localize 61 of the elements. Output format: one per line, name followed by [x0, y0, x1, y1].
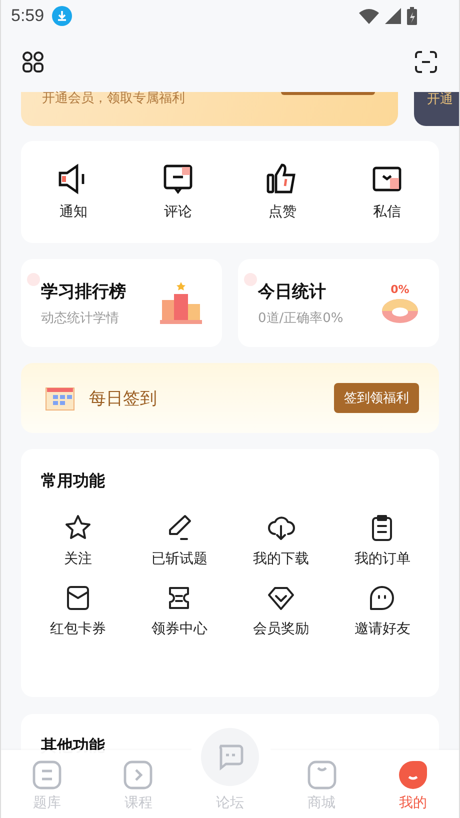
comment-icon	[162, 163, 194, 195]
vip-subtitle: 开通会员，领取专属福利	[42, 92, 185, 106]
scan-icon[interactable]	[415, 51, 437, 73]
stat-card[interactable]: 今日统计 0道/正确率0% 0%	[238, 259, 439, 347]
feature-label: 我的订单	[354, 550, 410, 568]
feature-item[interactable]: 已斩试题	[128, 514, 230, 568]
stat-title: 今日统计	[258, 280, 327, 302]
stat-subtitle: 动态统计学情	[41, 310, 120, 326]
message-label: 通知	[59, 203, 88, 221]
tab-label: 题库	[32, 794, 61, 812]
tab-label: 商城	[308, 794, 336, 812]
vip-subtitle: 开通	[427, 92, 453, 108]
calendar-icon	[45, 385, 75, 411]
feature-item[interactable]: 领券中心	[128, 584, 230, 638]
feature-item[interactable]: 我的下载	[230, 514, 332, 568]
checkin-banner[interactable]: 每日签到 签到领福利	[21, 363, 439, 433]
checkin-title: 每日签到	[89, 388, 157, 410]
smile-icon	[398, 760, 428, 790]
podium-icon	[160, 282, 202, 324]
feature-item[interactable]: 红包卡券	[27, 584, 128, 638]
vip-banner[interactable]: 开通	[414, 92, 459, 126]
diamond-icon	[266, 584, 295, 612]
rate-label: 0%	[390, 282, 410, 296]
feature-item[interactable]: 关注	[27, 514, 128, 568]
tab-label: 我的	[399, 794, 428, 812]
feature-label: 我的下载	[252, 550, 309, 568]
section-title: 常用功能	[41, 471, 106, 492]
feature-item[interactable]: 会员奖励	[230, 584, 332, 638]
checkin-button[interactable]: 签到领福利	[334, 383, 419, 413]
feature-label: 邀请好友	[354, 620, 410, 638]
stat-card[interactable]: 学习排行榜 动态统计学情	[21, 259, 222, 347]
star-icon	[64, 514, 92, 542]
stat-title: 学习排行榜	[41, 280, 127, 302]
message-label: 私信	[372, 203, 401, 221]
list-icon	[32, 760, 62, 790]
message-item[interactable]: 私信	[352, 163, 422, 221]
stat-subtitle: 0道/正确率0%	[258, 310, 344, 326]
tab-label: 课程	[124, 794, 152, 812]
message-label: 点赞	[268, 203, 296, 221]
feature-label: 领券中心	[151, 620, 208, 638]
download-icon	[52, 6, 72, 26]
signal-icon	[385, 8, 401, 24]
message-label: 评论	[164, 203, 192, 221]
message-item[interactable]: 点赞	[247, 163, 318, 221]
chat-icon	[368, 584, 396, 612]
apps-icon[interactable]	[22, 51, 44, 73]
feature-label: 会员奖励	[252, 620, 309, 638]
feature-item[interactable]: 邀请好友	[332, 584, 433, 638]
feature-label: 关注	[64, 550, 92, 568]
battery-icon	[407, 7, 417, 25]
status-time: 5:59	[11, 6, 44, 26]
message-item[interactable]: 评论	[142, 163, 213, 221]
feature-label: 已斩试题	[151, 550, 208, 568]
play-icon	[123, 760, 154, 790]
thumbs-up-icon	[266, 163, 298, 195]
tab-label: 论坛	[216, 794, 244, 812]
feature-label: 红包卡券	[50, 620, 106, 638]
message-item[interactable]: 通知	[38, 163, 108, 221]
download-icon	[266, 514, 295, 542]
wifi-icon	[359, 8, 379, 24]
feature-item[interactable]: 我的订单	[332, 514, 433, 568]
